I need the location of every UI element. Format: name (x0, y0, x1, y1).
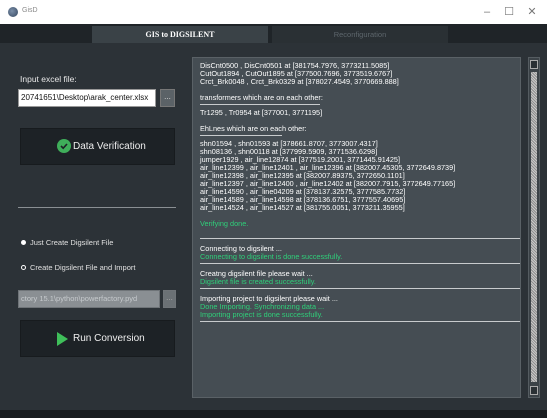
option-create-and-import-label: Create Digsilent File and Import (30, 263, 136, 272)
connecting-done-status: Connecting to digsilent is done successf… (200, 252, 343, 261)
log-separator (200, 321, 520, 322)
log-separator (200, 104, 320, 105)
log-separator (200, 263, 520, 264)
tab-bar: GIS to DIGSILENT Reconfiguration (0, 24, 547, 43)
log-line: Crct_Brk0048 , Crct_Brk0329 at [378027.4… (200, 77, 399, 86)
window-title: GisD (22, 7, 38, 14)
log-separator (200, 135, 282, 136)
lines-header: EhLnes which are on each other: (200, 124, 307, 133)
log-scrollbar[interactable] (528, 57, 540, 398)
option-just-create-label: Just Create Digsilent File (30, 238, 114, 247)
section-divider (18, 207, 176, 208)
app-logo-icon (8, 7, 18, 17)
tab-reconfiguration[interactable]: Reconfiguration (272, 26, 448, 43)
maximize-button[interactable]: ☐ (498, 4, 520, 20)
minimize-button[interactable]: – (476, 4, 498, 20)
creating-done-status: Digsilent file is created successfully. (200, 277, 316, 286)
tab-gis-to-digsilent[interactable]: GIS to DIGSILENT (92, 26, 268, 43)
option-create-and-import[interactable]: Create Digsilent File and Import (21, 263, 135, 272)
option-just-create[interactable]: Just Create Digsilent File (21, 238, 113, 247)
excel-path-input[interactable]: 20741651\Desktop\arak_center.xlsx (18, 89, 156, 107)
powerfactory-path-input[interactable]: ctory 15.1\python\powerfactory.pyd (18, 290, 160, 308)
input-file-label: Input excel file: (20, 74, 77, 84)
scroll-down-icon[interactable] (530, 386, 538, 395)
play-icon (57, 332, 68, 346)
close-button[interactable]: ✕ (521, 4, 543, 20)
radio-unselected-icon (21, 264, 26, 270)
verifying-done-status: Verifying done. (200, 219, 249, 228)
scroll-thumb[interactable] (531, 72, 537, 382)
check-circle-icon (57, 139, 71, 153)
importing-done-status: Importing project is done successfully. (200, 310, 323, 319)
radio-selected-icon (21, 239, 26, 245)
log-line: Tr1295 , Tr0954 at [377001, 3771195] (200, 108, 323, 117)
excel-browse-button[interactable]: ... (160, 89, 175, 107)
run-conversion-label: Run Conversion (73, 333, 145, 344)
title-bar: GisD – ☐ ✕ (0, 0, 547, 24)
log-separator (200, 238, 520, 239)
scroll-up-icon[interactable] (530, 60, 538, 69)
log-separator (200, 288, 520, 289)
status-strip (0, 410, 547, 418)
run-conversion-button[interactable]: Run Conversion (20, 320, 175, 357)
data-verification-label: Data Verification (73, 141, 146, 152)
transformers-header: transformers which are on each other: (200, 93, 323, 102)
powerfactory-browse-button[interactable]: ... (163, 290, 176, 308)
log-line: air_line14524 , air_line14527 at [381755… (200, 203, 405, 212)
log-output[interactable]: DisCnt0500 , DisCnt0501 at [381754.7976,… (192, 57, 521, 398)
data-verification-button[interactable]: Data Verification (20, 128, 175, 165)
